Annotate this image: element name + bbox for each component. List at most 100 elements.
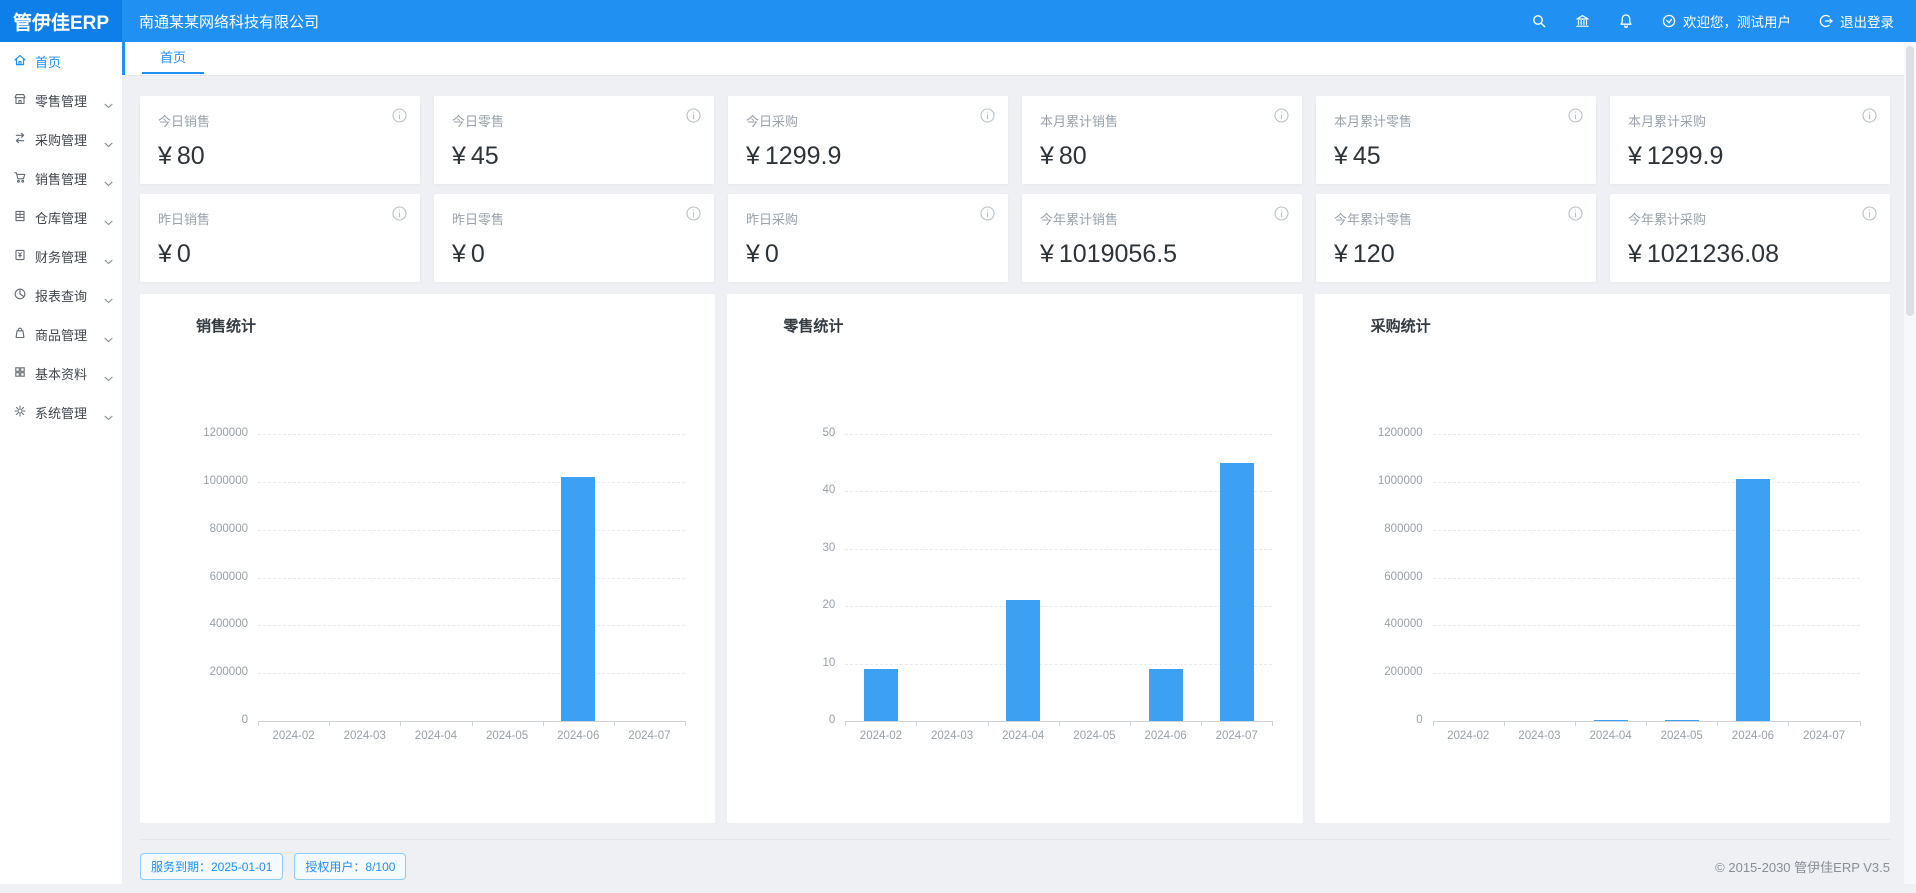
card-label: 今日销售 [158, 111, 404, 130]
stat-card-month-purchase: 本月累计采购 ¥1299.9 [1610, 96, 1890, 184]
card-label: 昨日零售 [452, 209, 698, 228]
y-axis-tick-label: 40 [727, 484, 835, 496]
chevron-down-icon [104, 175, 113, 190]
x-axis-tick [1504, 721, 1505, 726]
info-icon[interactable] [686, 206, 701, 226]
chevron-down-icon [104, 331, 113, 346]
finance-icon [13, 248, 27, 265]
sidebar-item-sales[interactable]: 销售管理 [0, 159, 122, 198]
gridline [1433, 578, 1860, 579]
y-axis-tick-label: 600000 [140, 571, 248, 583]
sidebar-item-purchase[interactable]: 采购管理 [0, 120, 122, 159]
chevron-down-icon [104, 136, 113, 151]
gear-icon [13, 404, 27, 421]
pie-icon [13, 287, 27, 304]
x-axis-tick [1059, 721, 1060, 726]
info-icon[interactable] [686, 108, 701, 128]
sidebar-item-label: 首页 [35, 52, 61, 71]
charts-row: 销售统计 02000004000006000008000001000000120… [140, 294, 1890, 823]
x-axis-tick [845, 721, 846, 726]
card-label: 今年累计销售 [1040, 209, 1286, 228]
info-icon[interactable] [980, 108, 995, 128]
info-icon[interactable] [1274, 108, 1289, 128]
x-axis-tick [916, 721, 917, 726]
info-icon[interactable] [392, 206, 407, 226]
sidebar-item-basic-data[interactable]: 基本资料 [0, 354, 122, 393]
y-axis-tick-label: 0 [140, 714, 248, 726]
home-icon [13, 53, 27, 70]
x-axis-tick [685, 721, 686, 726]
sidebar-item-label: 销售管理 [35, 169, 87, 188]
x-axis-tick [1646, 721, 1647, 726]
gridline [1433, 434, 1860, 435]
gridline [845, 664, 1272, 665]
service-expiry-badge[interactable]: 服务到期：2025-01-01 [140, 853, 283, 880]
tab-home[interactable]: 首页 [142, 42, 204, 74]
info-icon[interactable] [1862, 206, 1877, 226]
welcome-text: 欢迎您，测试用户 [1683, 11, 1791, 31]
footer-bar: 服务到期：2025-01-01 授权用户：8/100 © 2015-2030 管… [140, 839, 1890, 893]
stat-card-today-retail: 今日零售 ¥45 [434, 96, 714, 184]
stat-card-year-sales: 今年累计销售 ¥1019056.5 [1022, 194, 1302, 282]
card-value: ¥0 [452, 240, 698, 269]
stat-card-month-retail: 本月累计零售 ¥45 [1316, 96, 1596, 184]
info-icon[interactable] [980, 206, 995, 226]
sidebar-item-reports[interactable]: 报表查询 [0, 276, 122, 315]
info-icon[interactable] [392, 108, 407, 128]
bar [864, 669, 898, 721]
sidebar-item-finance[interactable]: 财务管理 [0, 237, 122, 276]
x-axis-tick [614, 721, 615, 726]
scrollbar-track[interactable] [1904, 42, 1916, 884]
info-icon[interactable] [1862, 108, 1877, 128]
search-icon[interactable] [1531, 13, 1547, 29]
bank-icon[interactable] [1574, 13, 1591, 29]
card-value: ¥80 [1040, 142, 1286, 171]
bell-icon[interactable] [1618, 13, 1634, 29]
gridline [1433, 625, 1860, 626]
card-label: 今日零售 [452, 111, 698, 130]
sidebar-item-retail[interactable]: 零售管理 [0, 81, 122, 120]
scrollbar-thumb[interactable] [1906, 46, 1914, 316]
gridline [258, 434, 685, 435]
top-bar: 管伊佳ERP 南通某某网络科技有限公司 [0, 0, 1916, 42]
y-axis-tick-label: 20 [727, 599, 835, 611]
main-content: 今日销售 ¥80 今日零售 ¥45 今日采购 ¥1299.9 本月累计销售 ¥8… [122, 76, 1916, 884]
sidebar-item-warehouse[interactable]: 仓库管理 [0, 198, 122, 237]
x-axis-tick-label: 2024-07 [1192, 730, 1282, 742]
sidebar: 首页 零售管理 采购管理 销售管理 [0, 42, 122, 884]
warehouse-icon [13, 209, 27, 226]
cart-icon [13, 170, 27, 187]
sidebar-item-products[interactable]: 商品管理 [0, 315, 122, 354]
sidebar-item-system[interactable]: 系统管理 [0, 393, 122, 432]
shop-icon [13, 92, 27, 109]
card-value: ¥1299.9 [1628, 142, 1874, 171]
chevron-down-icon [104, 370, 113, 385]
info-icon[interactable] [1568, 206, 1583, 226]
info-icon[interactable] [1568, 108, 1583, 128]
logout-button[interactable]: 退出登录 [1818, 11, 1894, 31]
sales-chart-plot: 0200000400000600000800000100000012000002… [140, 294, 715, 823]
bar [1220, 463, 1254, 721]
tab-bar: 首页 [122, 42, 1916, 76]
logout-icon [1818, 13, 1834, 29]
stat-card-yesterday-retail: 昨日零售 ¥0 [434, 194, 714, 282]
y-axis-tick-label: 1200000 [1315, 427, 1423, 439]
card-label: 本月累计零售 [1334, 111, 1580, 130]
bar [1736, 479, 1770, 721]
user-menu[interactable]: 欢迎您，测试用户 [1661, 11, 1791, 31]
x-axis-tick-label: 2024-07 [1779, 730, 1869, 742]
card-label: 今日采购 [746, 111, 992, 130]
gridline [258, 673, 685, 674]
y-axis-tick-label: 400000 [140, 618, 248, 630]
licensed-users-badge[interactable]: 授权用户：8/100 [294, 853, 406, 880]
y-axis-tick-label: 1000000 [1315, 475, 1423, 487]
card-label: 今年累计零售 [1334, 209, 1580, 228]
sidebar-item-label: 仓库管理 [35, 208, 87, 227]
stat-card-yesterday-sales: 昨日销售 ¥0 [140, 194, 420, 282]
swap-icon [13, 131, 27, 148]
bag-icon [13, 326, 27, 343]
y-axis-tick-label: 400000 [1315, 618, 1423, 630]
info-icon[interactable] [1274, 206, 1289, 226]
sidebar-item-home[interactable]: 首页 [0, 42, 122, 81]
gridline [258, 482, 685, 483]
